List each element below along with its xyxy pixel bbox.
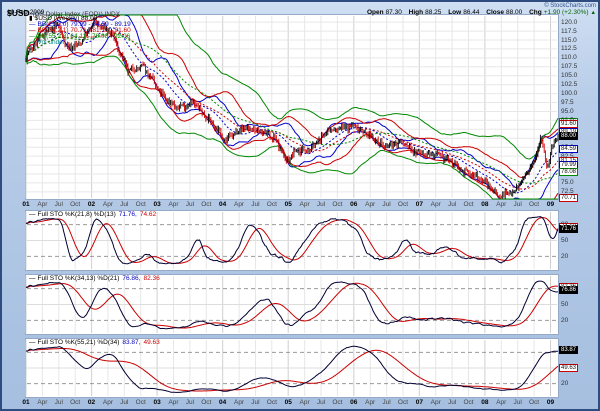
chart-canvas	[2, 2, 600, 411]
stockcharts-chart-page: $USD(US Dollar Index (EOD)) INDX © Stock…	[0, 0, 600, 411]
copyright-link[interactable]: © StockCharts.com	[544, 3, 596, 9]
